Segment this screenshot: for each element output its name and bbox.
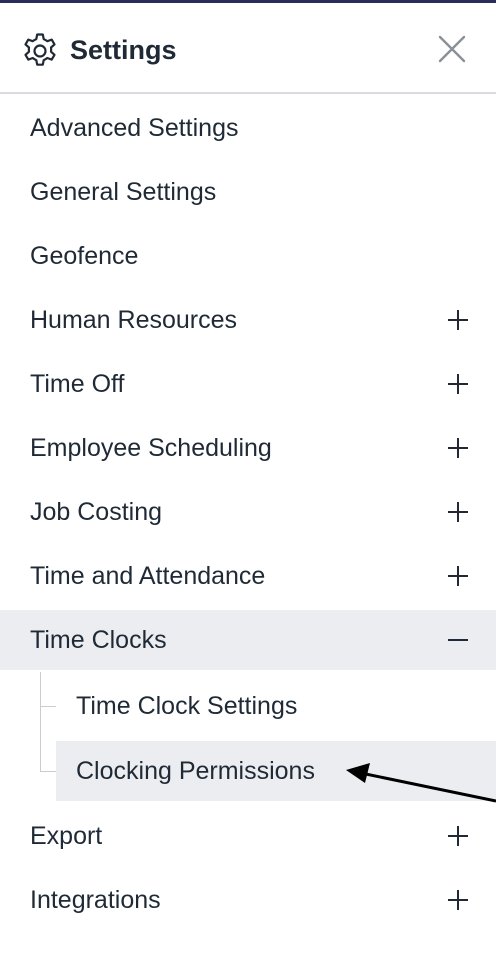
menu-item-label: Time and Attendance	[30, 562, 266, 590]
menu-item-label: Geofence	[30, 242, 139, 270]
settings-menu: Advanced Settings General Settings Geofe…	[0, 96, 496, 932]
tree-connector-tick	[40, 706, 56, 707]
menu-item-integrations[interactable]: Integrations	[0, 868, 496, 932]
menu-item-label: Advanced Settings	[30, 114, 239, 142]
menu-item-general-settings[interactable]: General Settings	[0, 160, 496, 224]
menu-item-time-and-attendance[interactable]: Time and Attendance	[0, 544, 496, 608]
time-clocks-submenu: Time Clock Settings Clocking Permissions	[0, 672, 496, 804]
menu-item-time-off[interactable]: Time Off	[0, 352, 496, 416]
expand-plus-icon[interactable]	[446, 564, 470, 588]
submenu-item-clocking-permissions[interactable]: Clocking Permissions	[40, 741, 496, 801]
submenu-item-label: Time Clock Settings	[76, 692, 298, 720]
expand-plus-icon[interactable]	[446, 500, 470, 524]
expand-plus-icon[interactable]	[446, 824, 470, 848]
menu-item-employee-scheduling[interactable]: Employee Scheduling	[0, 416, 496, 480]
tree-connector-line	[40, 672, 41, 772]
gear-icon	[24, 33, 56, 66]
close-icon[interactable]	[436, 33, 468, 65]
collapse-minus-icon[interactable]	[446, 628, 470, 652]
menu-item-geofence[interactable]: Geofence	[0, 224, 496, 288]
menu-item-job-costing[interactable]: Job Costing	[0, 480, 496, 544]
expand-plus-icon[interactable]	[446, 436, 470, 460]
page-title: Settings	[70, 35, 177, 65]
menu-item-human-resources[interactable]: Human Resources	[0, 288, 496, 352]
settings-header: Settings	[0, 3, 496, 94]
menu-item-label: Integrations	[30, 886, 161, 914]
expand-plus-icon[interactable]	[446, 888, 470, 912]
menu-item-label: Time Off	[30, 370, 125, 398]
menu-item-export[interactable]: Export	[0, 804, 496, 868]
expand-plus-icon[interactable]	[446, 372, 470, 396]
menu-item-label: Employee Scheduling	[30, 434, 272, 462]
menu-item-label: Export	[30, 822, 103, 850]
expand-plus-icon[interactable]	[446, 308, 470, 332]
menu-item-label: Human Resources	[30, 306, 238, 334]
submenu-item-label: Clocking Permissions	[76, 757, 315, 785]
menu-item-time-clocks[interactable]: Time Clocks	[0, 610, 496, 670]
tree-connector-tick	[40, 771, 56, 772]
menu-item-advanced-settings[interactable]: Advanced Settings	[0, 96, 496, 160]
submenu-item-time-clock-settings[interactable]: Time Clock Settings	[40, 676, 496, 736]
menu-item-label: Time Clocks	[30, 626, 167, 654]
menu-item-label: Job Costing	[30, 498, 163, 526]
menu-item-label: General Settings	[30, 178, 217, 206]
